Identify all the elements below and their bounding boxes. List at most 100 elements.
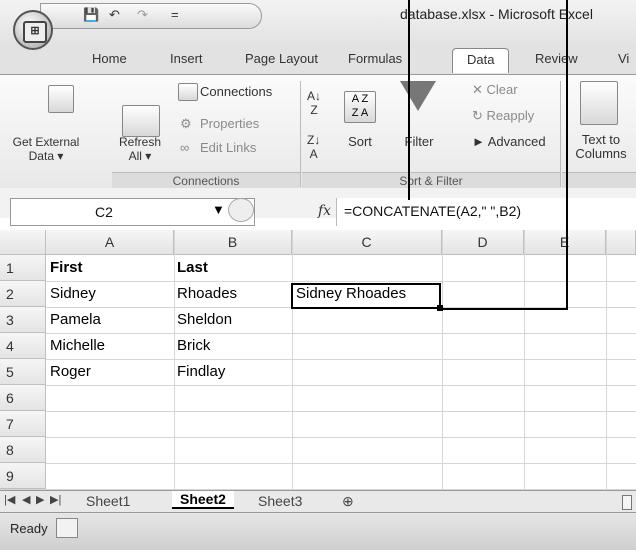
sheet-nav-prev-icon[interactable]: ◀ [22, 493, 30, 506]
reapply-label: Reapply [486, 108, 535, 123]
horizontal-scrollbar-handle[interactable] [622, 495, 632, 510]
cell-a5[interactable]: Roger [50, 363, 91, 380]
properties-button[interactable]: Properties [200, 117, 259, 131]
quick-access-toolbar: 💾 ↶ ↷ = [40, 3, 262, 29]
row-gridline [0, 281, 636, 282]
save-icon[interactable]: 💾 [83, 7, 99, 23]
ribbon-tabs: Home Insert Page Layout Formulas Data Re… [0, 46, 636, 74]
tab-insert[interactable]: Insert [170, 51, 203, 66]
row-header[interactable]: 3 [0, 307, 46, 333]
office-button[interactable]: ⊞ [13, 10, 53, 50]
callout-line [566, 0, 568, 310]
cell-a1[interactable]: First [50, 259, 83, 276]
status-bar [0, 512, 636, 550]
text-to-columns-icon [580, 81, 618, 125]
qat-customize-icon[interactable]: = [171, 7, 179, 22]
sheet-nav-first-icon[interactable]: |◀ [4, 493, 15, 506]
reapply-button[interactable]: ↻ Reapply [472, 109, 534, 123]
filter-icon [400, 81, 436, 111]
sort-icon: A ZZ A [344, 91, 376, 123]
clear-label: Clear [486, 82, 518, 97]
callout-line [442, 308, 568, 310]
get-external-data-icon [48, 85, 74, 113]
active-cell-border [291, 283, 441, 309]
tab-data[interactable]: Data [452, 48, 510, 73]
window-title: database.xlsx - Microsoft Excel [400, 6, 593, 22]
row-gridline [0, 333, 636, 334]
advanced-button[interactable]: ► Advanced [472, 135, 546, 149]
row-header[interactable]: 1 [0, 255, 46, 281]
data-tools-group-label [562, 172, 636, 189]
column-header-f[interactable] [606, 230, 636, 255]
sheet-tab-2[interactable]: Sheet2 [172, 491, 234, 509]
tab-page-layout[interactable]: Page Layout [245, 51, 318, 66]
connections-group-label: Connections [112, 172, 300, 189]
row-gridline [0, 411, 636, 412]
cell-a2[interactable]: Sidney [50, 285, 96, 302]
column-header-a[interactable]: A [46, 230, 174, 255]
connections-icon [178, 83, 198, 101]
worksheet-grid [0, 230, 636, 490]
cell-a4[interactable]: Michelle [50, 337, 105, 354]
clear-button[interactable]: ✕ Clear [472, 83, 518, 97]
sheet-tab-1[interactable]: Sheet1 [86, 493, 130, 509]
row-gridline [0, 437, 636, 438]
edit-links-icon: ∞ [180, 140, 190, 155]
sort-z-a-button[interactable]: Z↓ A [307, 133, 320, 161]
row-gridline [0, 463, 636, 464]
properties-icon: ⚙ [180, 116, 192, 131]
row-header[interactable]: 2 [0, 281, 46, 307]
ribbon-separator [560, 81, 561, 187]
insert-function-icon[interactable]: fx [318, 203, 331, 219]
cell-b1[interactable]: Last [177, 259, 208, 276]
row-header[interactable]: 4 [0, 333, 46, 359]
macro-record-icon[interactable] [56, 518, 78, 538]
name-box-value: C2 [95, 204, 113, 220]
formula-text: =CONCATENATE(A2," ",B2) [344, 203, 522, 219]
edit-links-button[interactable]: Edit Links [200, 141, 256, 155]
get-external-data-button[interactable]: Get External Data ▾ [2, 135, 90, 163]
advanced-label: Advanced [487, 134, 546, 149]
undo-icon[interactable]: ↶ [109, 7, 120, 23]
cell-b3[interactable]: Sheldon [177, 311, 232, 328]
filter-button[interactable]: Filter [397, 135, 441, 149]
text-to-columns-button[interactable]: Text to Columns [570, 133, 632, 161]
tab-formulas[interactable]: Formulas [348, 51, 402, 66]
sort-a-z-button[interactable]: A↓ Z [307, 89, 321, 117]
callout-line [408, 0, 410, 200]
name-box-dropdown-icon[interactable]: ▼ [212, 202, 225, 217]
column-header-d[interactable]: D [442, 230, 524, 255]
column-header-b[interactable]: B [174, 230, 292, 255]
refresh-all-button[interactable]: Refresh All ▾ [112, 135, 168, 163]
cell-b4[interactable]: Brick [177, 337, 210, 354]
office-logo-icon: ⊞ [23, 21, 47, 43]
formula-bar-circle-icon [228, 198, 254, 222]
tab-home[interactable]: Home [92, 51, 127, 66]
sheet-tab-3[interactable]: Sheet3 [258, 493, 302, 509]
refresh-all-icon [122, 105, 160, 137]
row-gridline [0, 385, 636, 386]
row-header[interactable]: 7 [0, 411, 46, 437]
ribbon: Get External Data ▾ Refresh All ▾ Connec… [0, 74, 636, 190]
redo-icon[interactable]: ↷ [137, 7, 148, 23]
tab-review[interactable]: Review [535, 51, 578, 66]
row-gridline [0, 359, 636, 360]
column-header-c[interactable]: C [292, 230, 442, 255]
sheet-nav-next-icon[interactable]: ▶ [36, 493, 44, 506]
cell-b5[interactable]: Findlay [177, 363, 225, 380]
sheet-nav-last-icon[interactable]: ▶| [50, 493, 61, 506]
row-header[interactable]: 8 [0, 437, 46, 463]
sort-button[interactable]: Sort [344, 135, 376, 149]
connections-button[interactable]: Connections [200, 85, 272, 99]
cell-a3[interactable]: Pamela [50, 311, 101, 328]
row-header[interactable]: 9 [0, 463, 46, 489]
column-header-e[interactable]: E [524, 230, 606, 255]
cell-b2[interactable]: Rhoades [177, 285, 237, 302]
select-all-corner[interactable] [0, 230, 46, 255]
ribbon-separator [300, 81, 301, 187]
tab-view[interactable]: Vi [618, 51, 629, 66]
insert-sheet-icon[interactable]: ⊕ [342, 493, 354, 510]
row-header[interactable]: 5 [0, 359, 46, 385]
status-text: Ready [10, 521, 48, 536]
row-header[interactable]: 6 [0, 385, 46, 411]
